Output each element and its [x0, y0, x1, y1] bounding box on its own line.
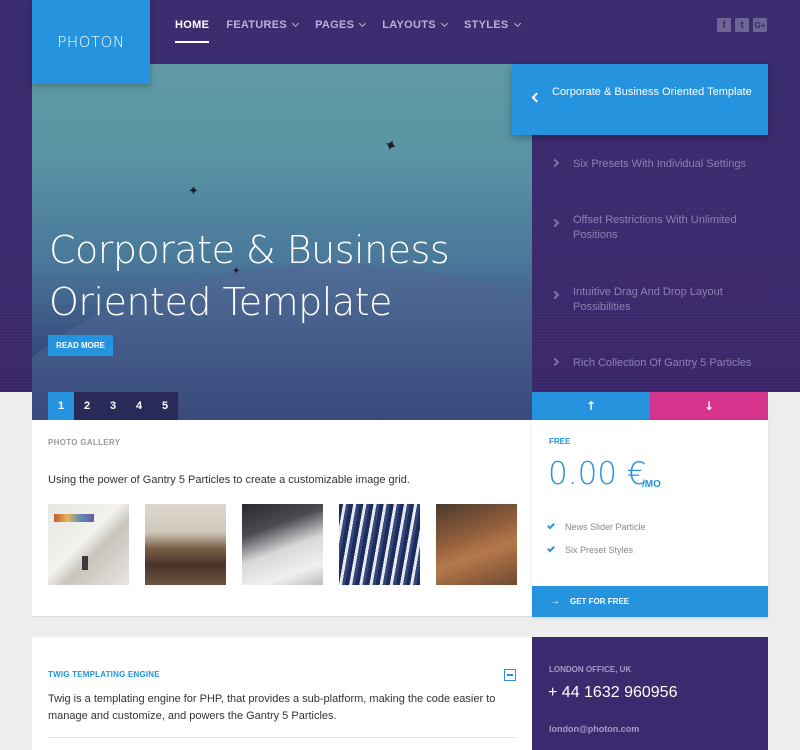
bird-image: ✦ [381, 134, 401, 157]
slider-item[interactable]: Six Presets With Individual Settings [532, 157, 768, 172]
gallery-image[interactable] [145, 504, 226, 585]
slider-item-label: Offset Restrictions With Unlimited Posit… [573, 214, 737, 241]
site-logo[interactable]: PHOTON [32, 0, 150, 84]
chevron-down-icon [513, 19, 521, 28]
office-label: LONDON OFFICE, UK [549, 665, 632, 674]
accordion-heading[interactable]: TWIG TEMPLATING ENGINE [48, 670, 160, 679]
button-label: GET FOR FREE [570, 597, 630, 606]
pricing-period: /MO [642, 479, 661, 490]
chevron-right-icon [550, 290, 560, 300]
social-links: f t G+ [717, 18, 767, 32]
pricing-feature-label: News Slider Particle [565, 522, 646, 532]
arrow-up-icon: ↑ [585, 399, 597, 413]
bird-image: ✦ [188, 184, 199, 199]
check-icon [547, 544, 555, 552]
google-plus-icon[interactable]: G+ [753, 18, 767, 32]
chevron-right-icon [550, 357, 560, 367]
slider-item[interactable]: Rich Collection Of Gantry 5 Particles [532, 356, 768, 371]
get-for-free-button[interactable]: → GET FOR FREE [532, 586, 768, 617]
nav-label: HOME [175, 19, 210, 31]
gallery-image[interactable] [436, 504, 517, 585]
nav-item-styles[interactable]: STYLES [463, 19, 521, 43]
chevron-down-icon [440, 19, 448, 28]
nav-label: LAYOUTS [382, 19, 436, 31]
chevron-down-icon [359, 19, 367, 28]
nav-item-features[interactable]: FEATURES [226, 19, 300, 43]
slider-item-label: Rich Collection Of Gantry 5 Particles [573, 357, 752, 369]
facebook-icon[interactable]: f [717, 18, 731, 32]
gallery-image[interactable] [242, 504, 323, 585]
gallery-image[interactable] [339, 504, 420, 585]
pricing-tier: FREE [549, 437, 571, 446]
nav-label: STYLES [463, 19, 509, 31]
slider-down-button[interactable]: ↓ [650, 392, 768, 420]
chevron-left-icon [531, 92, 542, 103]
arrow-right-icon: → [550, 596, 560, 607]
nav-label: PAGES [315, 19, 355, 31]
nav-label: FEATURES [226, 19, 288, 31]
gallery-image[interactable] [48, 504, 129, 585]
pager-page-5[interactable]: 5 [152, 392, 178, 420]
office-phone[interactable]: + 44 1632 960956 [548, 684, 677, 702]
collapse-icon[interactable] [504, 669, 516, 681]
twitter-icon[interactable]: t [735, 18, 749, 32]
nav-item-pages[interactable]: PAGES [315, 19, 367, 43]
nav-item-layouts[interactable]: LAYOUTS [382, 19, 448, 43]
office-contact-card: LONDON OFFICE, UK + 44 1632 960956 londo… [532, 637, 768, 750]
check-icon [547, 521, 555, 529]
chevron-right-icon [550, 218, 560, 228]
read-more-button[interactable]: READ MORE [48, 335, 113, 356]
slide-title: Corporate & Business Oriented Template [49, 228, 450, 324]
pager-page-1[interactable]: 1 [48, 392, 74, 420]
pricing-card: FREE 0.00 € /MO News Slider Particle Six… [532, 420, 768, 617]
gallery-grid [48, 504, 517, 585]
slide-pager: 1 2 3 4 5 [48, 392, 178, 420]
pager-page-2[interactable]: 2 [74, 392, 100, 420]
gallery-image [82, 556, 88, 570]
slider-item-label: Intuitive Drag And Drop Layout Possibili… [573, 286, 723, 313]
pager-page-3[interactable]: 3 [100, 392, 126, 420]
photo-gallery-panel: PHOTO GALLERY Using the power of Gantry … [32, 420, 532, 617]
slider-item[interactable]: Intuitive Drag And Drop Layout Possibili… [532, 285, 768, 315]
pricing-price: 0.00 € [548, 456, 647, 492]
nav-item-home[interactable]: HOME [175, 19, 210, 43]
pricing-feature-label: Six Preset Styles [565, 545, 634, 555]
gallery-label: PHOTO GALLERY [48, 438, 121, 447]
chevron-down-icon [292, 19, 300, 28]
accordion-body: Twig is a templating engine for PHP, tha… [48, 693, 496, 722]
slider-item-list: Corporate & Business Oriented Template S… [512, 64, 768, 392]
gallery-description: Using the power of Gantry 5 Particles to… [48, 474, 410, 486]
twig-accordion-panel: TWIG TEMPLATING ENGINE Twig is a templat… [32, 637, 532, 750]
pricing-feature: Six Preset Styles [547, 544, 634, 555]
chevron-right-icon [550, 158, 560, 168]
pager-page-4[interactable]: 4 [126, 392, 152, 420]
main-nav: HOME FEATURES PAGES LAYOUTS STYLES [175, 19, 537, 43]
arrow-down-icon: ↓ [703, 399, 715, 413]
hero-slide: ✦ ✦ ✦ Corporate & Business Oriented Temp… [32, 64, 532, 420]
pricing-feature: News Slider Particle [547, 521, 646, 532]
slider-item-active[interactable]: Corporate & Business Oriented Template [512, 64, 768, 135]
slider-item[interactable]: Offset Restrictions With Unlimited Posit… [532, 213, 768, 243]
slider-item-label: Corporate & Business Oriented Template [552, 86, 752, 98]
gallery-image [54, 514, 94, 522]
office-email[interactable]: london@photon.com [549, 724, 639, 734]
slider-item-label: Six Presets With Individual Settings [573, 158, 747, 170]
slider-up-button[interactable]: ↑ [532, 392, 650, 420]
divider [48, 737, 516, 738]
